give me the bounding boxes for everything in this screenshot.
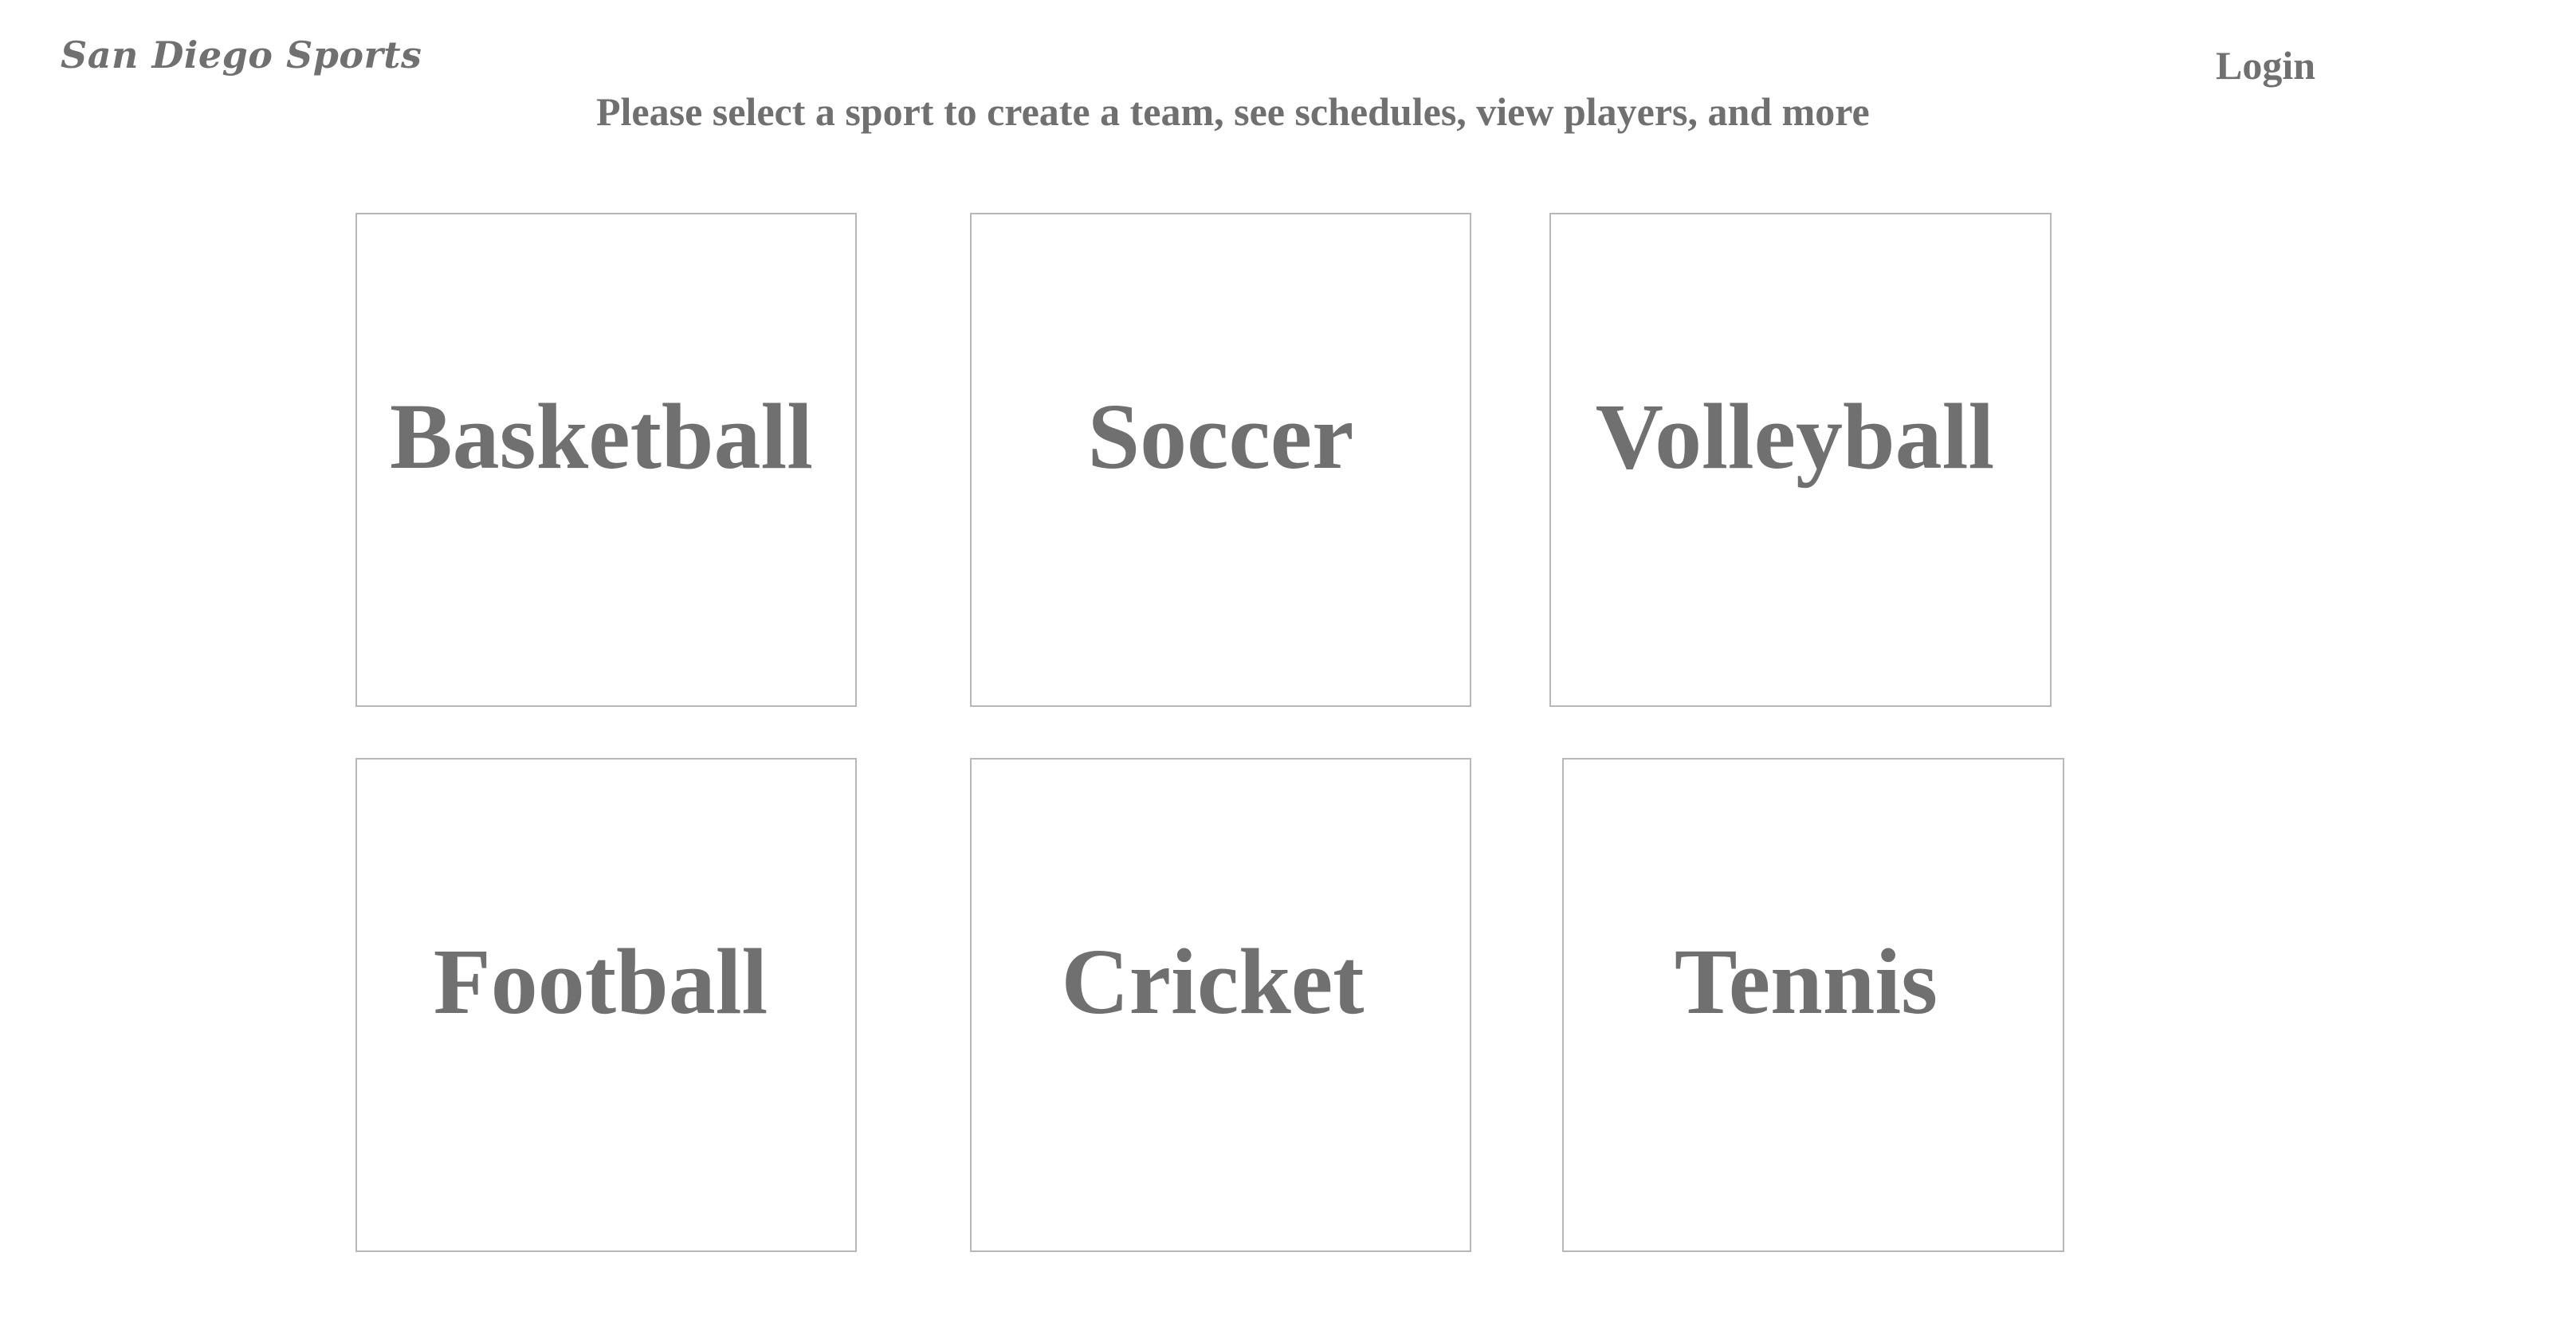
sport-tile-football[interactable]: Football bbox=[355, 758, 857, 1252]
page-subtitle: Please select a sport to create a team, … bbox=[596, 89, 1870, 134]
sport-tile-tennis[interactable]: Tennis bbox=[1562, 758, 2064, 1252]
sport-tile-label: Football bbox=[433, 929, 768, 1034]
sport-tile-soccer[interactable]: Soccer bbox=[970, 213, 1471, 707]
sport-tile-basketball[interactable]: Basketball bbox=[355, 213, 857, 707]
sport-tile-label: Tennis bbox=[1674, 929, 1938, 1034]
sport-tile-label: Soccer bbox=[1087, 384, 1354, 489]
login-link[interactable]: Login bbox=[2216, 41, 2315, 89]
sport-tile-cricket[interactable]: Cricket bbox=[970, 758, 1471, 1252]
sport-tile-volleyball[interactable]: Volleyball bbox=[1549, 213, 2052, 707]
site-logo[interactable]: San Diego Sports bbox=[61, 27, 422, 83]
sport-tile-label: Volleyball bbox=[1595, 384, 1995, 489]
sport-tile-label: Basketball bbox=[389, 384, 814, 489]
sport-tile-label: Cricket bbox=[1061, 929, 1365, 1034]
